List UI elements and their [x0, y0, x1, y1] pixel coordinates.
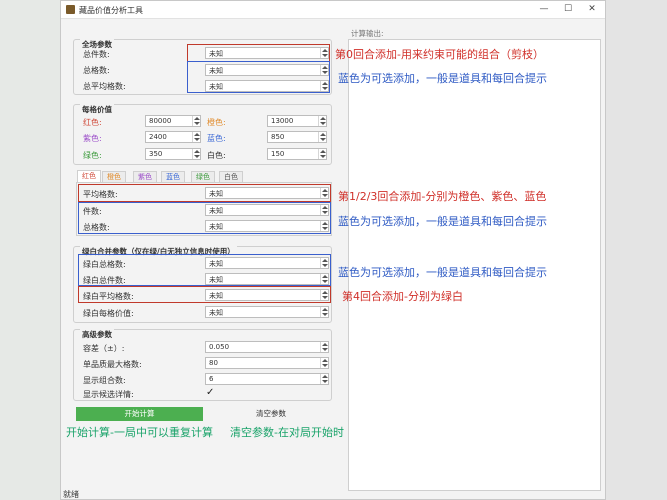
annotation-clear: 清空参数-在对局开始时 — [230, 426, 344, 439]
gw-cell-value-input[interactable]: 未知 — [205, 306, 329, 318]
total-avg-cells-label: 总平均格数: — [83, 82, 126, 91]
spin-arrows-icon[interactable] — [318, 149, 326, 159]
spin-arrows-icon[interactable] — [320, 342, 328, 352]
white-value-input[interactable]: 150 — [267, 148, 327, 160]
blue-value-label: 蓝色: — [207, 134, 226, 143]
clear-button[interactable]: 清空参数 — [211, 407, 331, 421]
annotation-round0: 第0回合添加-用来约束可能的组合（剪枝） — [335, 48, 544, 61]
annotation-optional: 蓝色为可选添加，一般是道具和每回合提示 — [338, 72, 547, 85]
spin-arrows-icon[interactable] — [192, 149, 200, 159]
annotation-start: 开始计算-一局中可以重复计算 — [66, 426, 213, 439]
combo-count-label: 显示组合数: — [83, 376, 126, 385]
close-button[interactable]: ✕ — [584, 3, 600, 16]
spin-arrows-icon[interactable] — [192, 132, 200, 142]
blue-value-input[interactable]: 850 — [267, 131, 327, 143]
orange-value-label: 橙色: — [207, 118, 226, 127]
tab-red[interactable]: 红色 — [77, 170, 101, 182]
green-value-input[interactable]: 350 — [145, 148, 201, 160]
spin-arrows-icon[interactable] — [320, 374, 328, 384]
tab-green[interactable]: 绿色 — [191, 171, 215, 182]
window-title: 藏品价值分析工具 — [79, 6, 143, 15]
title-bar: 藏品价值分析工具 — ☐ ✕ — [61, 1, 605, 19]
output-label: 计算输出: — [351, 29, 384, 38]
max-cells-label: 单品质最大格数: — [83, 360, 142, 369]
white-value-label: 白色: — [207, 151, 226, 160]
green-value-label: 绿色: — [83, 151, 102, 160]
annotation-optional: 蓝色为可选添加，一般是道具和每回合提示 — [338, 266, 547, 279]
highlight-box-blue — [187, 61, 330, 93]
show-details-checkbox[interactable]: ✓ — [206, 387, 214, 398]
tab-blue[interactable]: 蓝色 — [161, 171, 185, 182]
spin-arrows-icon[interactable] — [320, 307, 328, 317]
tab-purple[interactable]: 紫色 — [133, 171, 157, 182]
combo-count-input[interactable]: 6 — [205, 373, 329, 385]
total-items-label: 总件数: — [83, 50, 110, 59]
purple-value-input[interactable]: 2400 — [145, 131, 201, 143]
tab-white[interactable]: 白色 — [219, 171, 243, 182]
orange-value-input[interactable]: 13000 — [267, 115, 327, 127]
tab-orange[interactable]: 橙色 — [102, 171, 126, 182]
app-icon — [66, 5, 75, 14]
tolerance-label: 容差（±）: — [83, 344, 125, 353]
spin-arrows-icon[interactable] — [318, 116, 326, 126]
highlight-box-red — [187, 44, 330, 62]
annotation-round123: 第1/2/3回合添加-分别为橙色、紫色、蓝色 — [338, 190, 547, 203]
start-button[interactable]: 开始计算 — [76, 407, 203, 421]
show-details-label: 显示候选详情: — [83, 390, 134, 399]
max-cells-input[interactable]: 80 — [205, 357, 329, 369]
red-value-label: 红色: — [83, 118, 102, 127]
minimize-button[interactable]: — — [536, 3, 552, 16]
annotation-round4: 第4回合添加-分别为绿白 — [342, 290, 463, 303]
status-bar: 就绪 — [63, 490, 79, 499]
tolerance-input[interactable]: 0.050 — [205, 341, 329, 353]
background-window-right — [606, 0, 667, 500]
spin-arrows-icon[interactable] — [318, 132, 326, 142]
total-cells-label: 总格数: — [83, 66, 110, 75]
spin-arrows-icon[interactable] — [192, 116, 200, 126]
highlight-box-red — [78, 184, 331, 202]
highlight-box-blue — [78, 254, 331, 286]
purple-value-label: 紫色: — [83, 134, 102, 143]
highlight-box-red — [78, 286, 331, 303]
advanced-title: 高级参数 — [80, 329, 114, 340]
red-value-input[interactable]: 80000 — [145, 115, 201, 127]
annotation-optional: 蓝色为可选添加，一般是道具和每回合提示 — [338, 215, 547, 228]
spin-arrows-icon[interactable] — [320, 358, 328, 368]
gw-cell-value-label: 绿白每格价值: — [83, 309, 134, 318]
cell-value-title: 每格价值 — [80, 104, 114, 115]
highlight-box-blue — [78, 202, 331, 234]
maximize-button[interactable]: ☐ — [560, 3, 576, 16]
background-window-left — [0, 0, 60, 500]
